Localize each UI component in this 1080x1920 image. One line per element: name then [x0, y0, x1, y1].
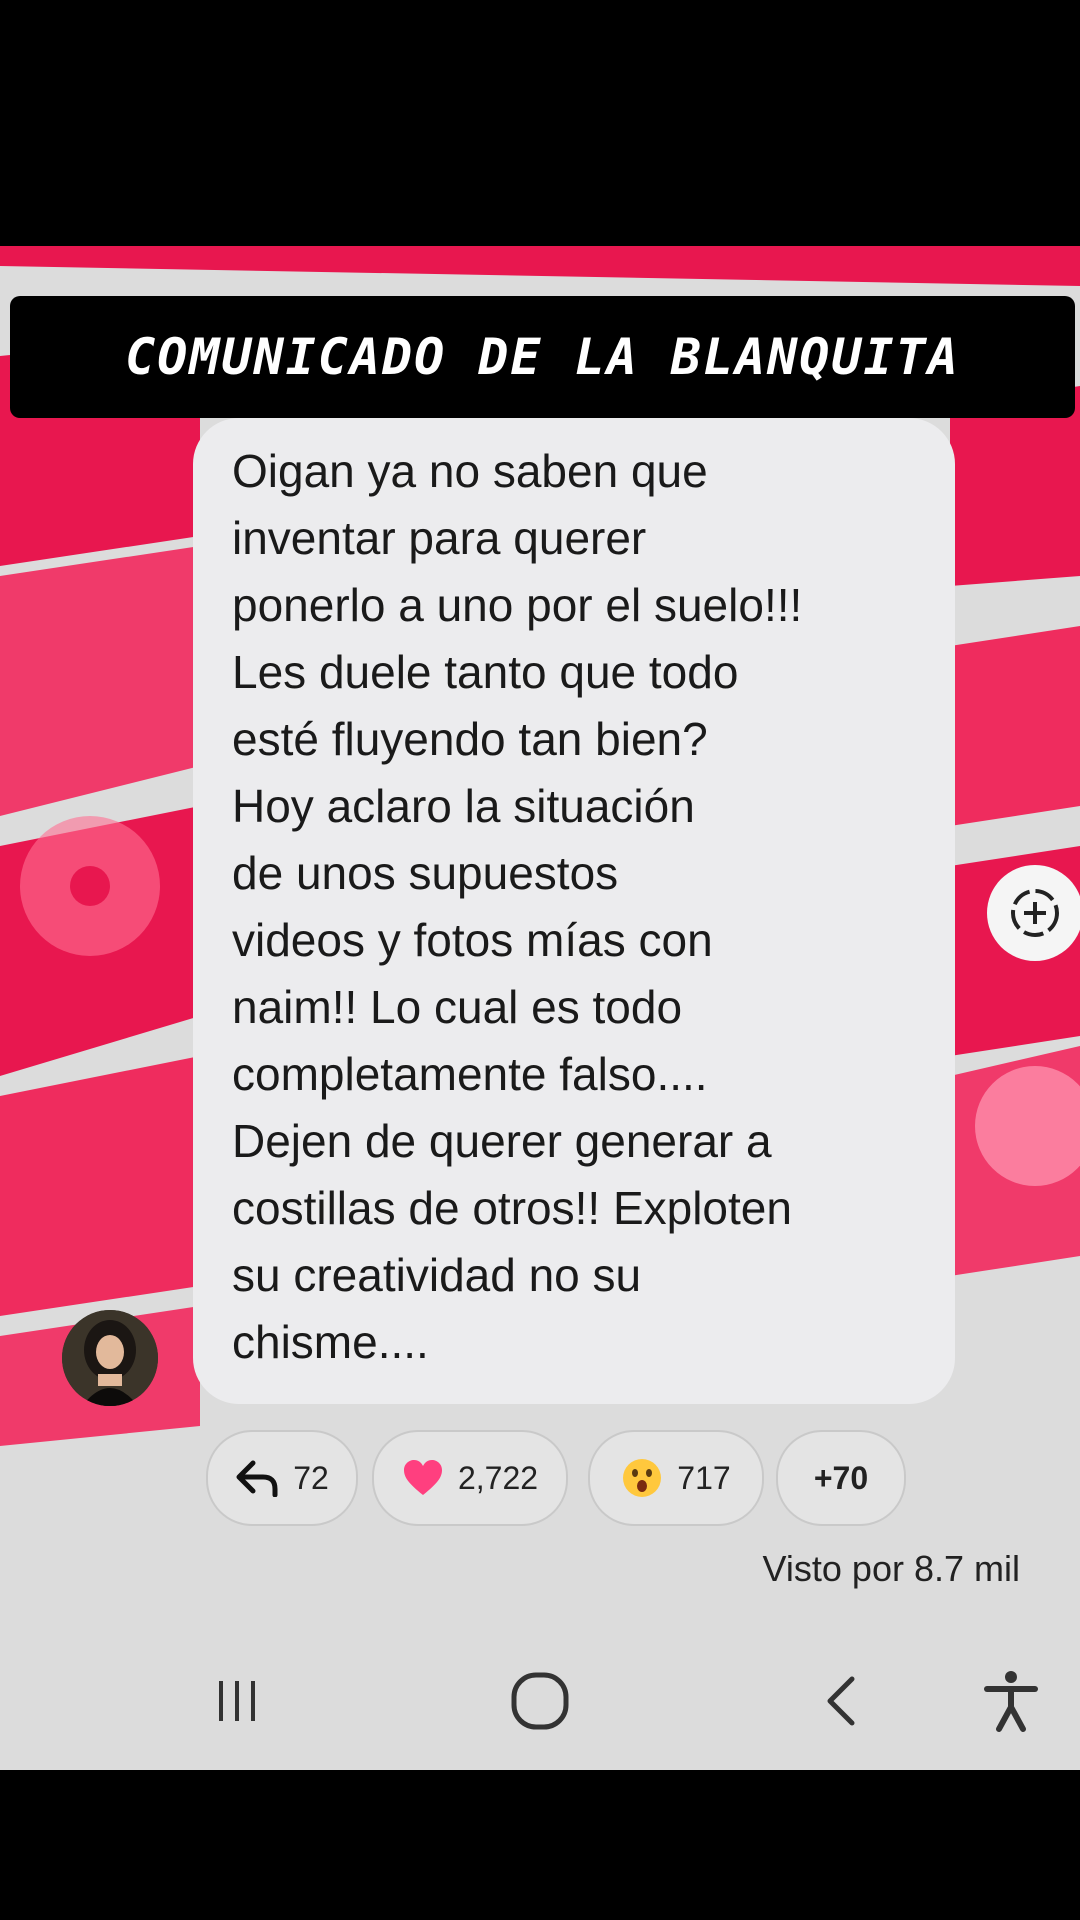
- back-button[interactable]: [802, 1666, 882, 1736]
- avatar-image: [62, 1310, 158, 1406]
- recent-apps-button[interactable]: [197, 1666, 277, 1736]
- message-text: Oigan ya no saben que inventar para quer…: [232, 445, 803, 1368]
- system-nav-bar: [0, 1646, 1080, 1756]
- reply-reaction[interactable]: 72: [206, 1430, 358, 1526]
- recent-apps-icon: [219, 1681, 255, 1721]
- home-button[interactable]: [500, 1666, 580, 1736]
- reactions-bar: 72 2,722 717 +70: [0, 1430, 1080, 1526]
- heart-icon: [403, 1460, 442, 1495]
- add-to-story-button[interactable]: [987, 865, 1080, 961]
- more-reactions-label: +70: [813, 1459, 869, 1496]
- reply-count: 72: [293, 1459, 329, 1496]
- surprised-face-icon: [623, 1459, 662, 1497]
- back-icon: [827, 1676, 855, 1726]
- more-reactions[interactable]: +70: [776, 1430, 906, 1526]
- wow-reaction[interactable]: 717: [588, 1430, 764, 1526]
- banner-title: COMUNICADO DE LA BLANQUITA: [10, 296, 1075, 418]
- accessibility-button[interactable]: [971, 1666, 1051, 1736]
- dashed-plus-icon: [1011, 889, 1059, 937]
- heart-reaction[interactable]: 2,722: [372, 1430, 568, 1526]
- reply-icon: [236, 1460, 278, 1497]
- avatar[interactable]: [62, 1310, 158, 1406]
- seen-by-label[interactable]: Visto por 8.7 mil: [680, 1548, 1020, 1590]
- home-icon: [511, 1672, 569, 1730]
- accessibility-icon: [984, 1671, 1038, 1732]
- heart-count: 2,722: [457, 1459, 539, 1496]
- wow-count: 717: [677, 1459, 731, 1496]
